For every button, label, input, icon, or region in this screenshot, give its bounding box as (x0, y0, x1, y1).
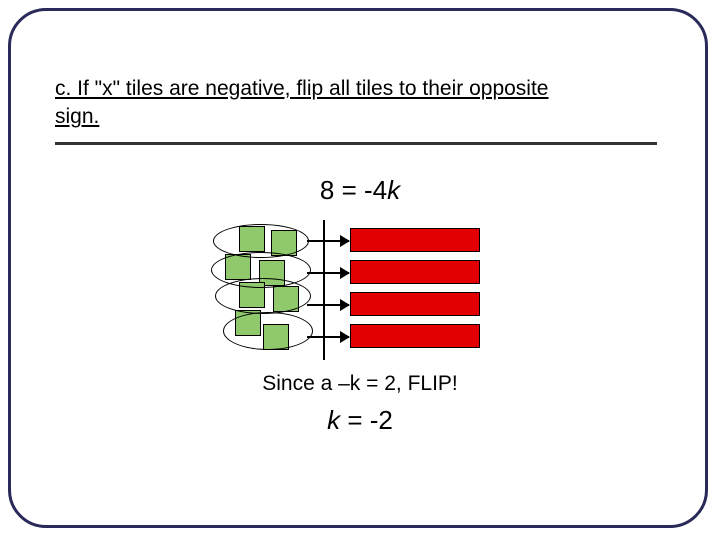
result-rest: = -2 (340, 405, 393, 435)
negative-k-tile (350, 324, 480, 348)
since-line: Since a –k = 2, FLIP! (0, 372, 720, 396)
equation-top-lhs: 8 = -4 (320, 175, 387, 205)
rule-text-line2: sign. (55, 105, 99, 128)
result-var: k (327, 405, 340, 435)
title-underline-rule (55, 142, 657, 145)
equation-top: 8 = -4k (0, 175, 720, 206)
arrow-icon (307, 304, 349, 306)
group-oval (223, 312, 313, 350)
negative-k-tile (350, 292, 480, 316)
rule-text: c. If "x" tiles are negative, flip all t… (55, 75, 635, 132)
arrow-icon (307, 240, 349, 242)
negative-k-tile (350, 228, 480, 252)
arrow-icon (307, 336, 349, 338)
result-line: k = -2 (0, 405, 720, 436)
group-oval (215, 278, 311, 314)
tile-diagram (205, 220, 525, 360)
arrow-icon (307, 272, 349, 274)
rule-text-line1: c. If "x" tiles are negative, flip all t… (55, 77, 548, 100)
equation-top-var: k (387, 175, 400, 205)
negative-k-tile (350, 260, 480, 284)
